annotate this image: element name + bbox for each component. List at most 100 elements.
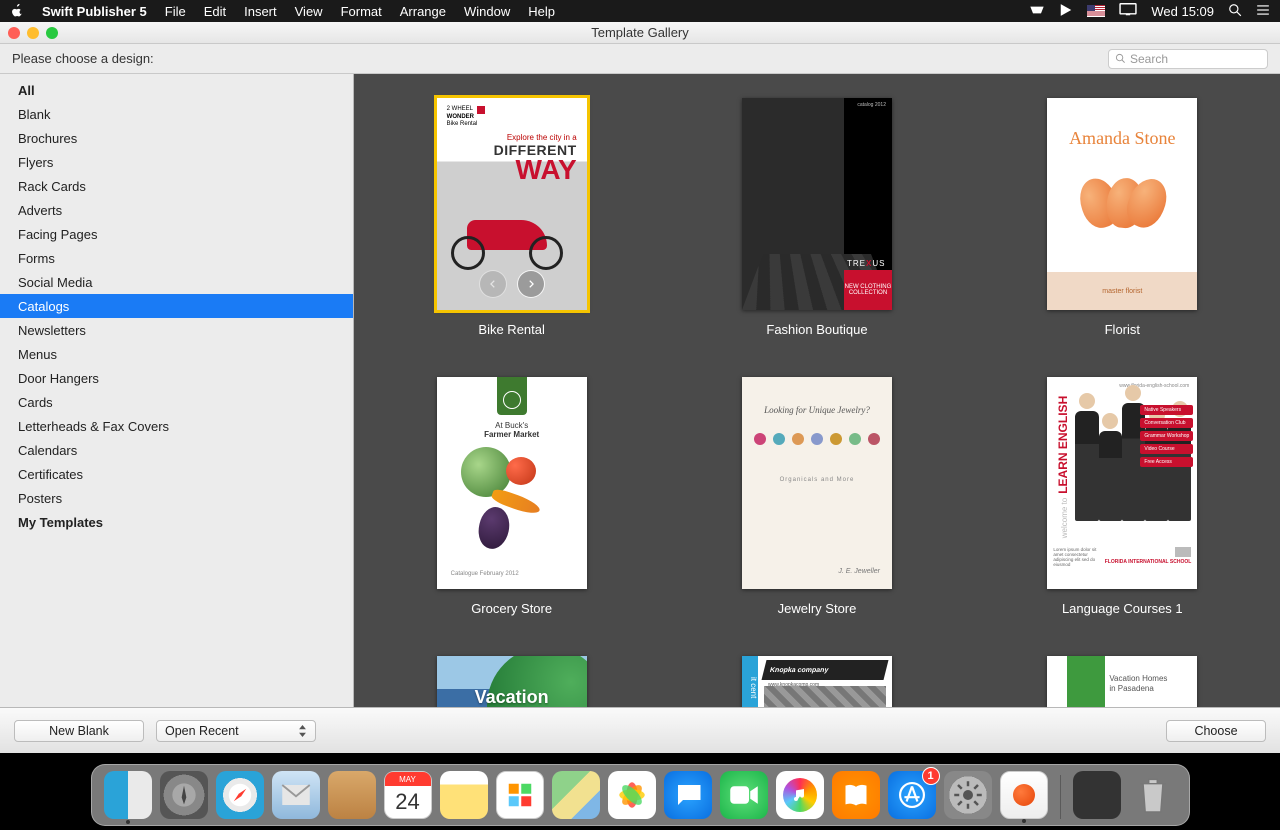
template-thumb[interactable]: it cent Knopka company www.knopkacomp.co… (742, 656, 892, 707)
new-blank-button[interactable]: New Blank (14, 720, 144, 742)
dock-photos-icon[interactable] (608, 771, 656, 819)
menu-edit[interactable]: Edit (204, 4, 226, 19)
status-icon-2[interactable] (1059, 3, 1073, 20)
dock-ibooks-icon[interactable] (832, 771, 880, 819)
template-jewelry-store[interactable]: Looking for Unique Jewelry? Organicals a… (742, 377, 892, 616)
sidebar-item-calendars[interactable]: Calendars (0, 438, 353, 462)
sidebar-item-forms[interactable]: Forms (0, 246, 353, 270)
template-grocery-store[interactable]: At Buck'sFarmer Market Catalogue Februar… (437, 377, 587, 616)
sidebar-item-newsletters[interactable]: Newsletters (0, 318, 353, 342)
spotlight-icon[interactable] (1228, 3, 1242, 20)
sidebar-item-brochures[interactable]: Brochures (0, 126, 353, 150)
dock-launchpad-icon[interactable] (160, 771, 208, 819)
template-gallery-grid[interactable]: 2 WHEEL WONDER Bike Rental Explore the c… (354, 74, 1280, 707)
window-close-button[interactable] (8, 27, 20, 39)
dock-system-preferences-icon[interactable] (944, 771, 992, 819)
dock-appstore-icon[interactable]: 1 (888, 771, 936, 819)
dock-notes-icon[interactable] (440, 771, 488, 819)
dock-facetime-icon[interactable] (720, 771, 768, 819)
template-language-courses-1[interactable]: www.florida-english-school.com welcome t… (1047, 377, 1197, 616)
template-thumb[interactable]: catalog 2012 TREXUS NEW CLOTHINGCOLLECTI… (742, 98, 892, 310)
window-minimize-button[interactable] (27, 27, 39, 39)
template-vacation[interactable]: www.pasadenavacation.com Vacation (437, 656, 587, 707)
sidebar-item-certificates[interactable]: Certificates (0, 462, 353, 486)
apple-menu-icon[interactable] (10, 3, 24, 20)
menu-insert[interactable]: Insert (244, 4, 277, 19)
gallery-toolbar: Please choose a design: Search (0, 44, 1280, 74)
input-source-flag-icon[interactable] (1087, 5, 1105, 17)
menu-file[interactable]: File (165, 4, 186, 19)
search-placeholder: Search (1130, 52, 1168, 66)
template-label: Bike Rental (478, 322, 544, 337)
dock-separator (1060, 775, 1061, 819)
sidebar-item-my-templates[interactable]: My Templates (0, 510, 353, 534)
sidebar-item-adverts[interactable]: Adverts (0, 198, 353, 222)
dock-itunes-icon[interactable] (776, 771, 824, 819)
gallery-bottom-bar: New Blank Open Recent Choose (0, 707, 1280, 753)
sidebar-item-blank[interactable]: Blank (0, 102, 353, 126)
sidebar-item-letterheads[interactable]: Letterheads & Fax Covers (0, 414, 353, 438)
dock-swift-publisher-icon[interactable] (1000, 771, 1048, 819)
template-thumb[interactable]: Vacation Homesin Pasadena (1047, 656, 1197, 707)
sidebar-item-door-hangers[interactable]: Door Hangers (0, 366, 353, 390)
menu-help[interactable]: Help (528, 4, 555, 19)
sidebar-item-posters[interactable]: Posters (0, 486, 353, 510)
dock-mail-icon[interactable] (272, 771, 320, 819)
template-fashion-boutique[interactable]: catalog 2012 TREXUS NEW CLOTHINGCOLLECTI… (742, 98, 892, 337)
menu-format[interactable]: Format (341, 4, 382, 19)
window-titlebar[interactable]: Template Gallery (0, 22, 1280, 44)
select-arrows-icon (298, 725, 307, 737)
menu-view[interactable]: View (295, 4, 323, 19)
dock-reminders-icon[interactable] (496, 771, 544, 819)
dock-safari-icon[interactable] (216, 771, 264, 819)
chevron-right-icon (526, 279, 536, 289)
dock-contacts-icon[interactable] (328, 771, 376, 819)
template-bike-rental[interactable]: 2 WHEEL WONDER Bike Rental Explore the c… (437, 98, 587, 337)
sidebar-item-facing-pages[interactable]: Facing Pages (0, 222, 353, 246)
open-recent-select[interactable]: Open Recent (156, 720, 316, 742)
template-label: Jewelry Store (778, 601, 857, 616)
template-florist[interactable]: Amanda Stone master florist Florist (1047, 98, 1197, 337)
search-input[interactable]: Search (1108, 49, 1268, 69)
dock-messages-icon[interactable] (664, 771, 712, 819)
sidebar-item-rack-cards[interactable]: Rack Cards (0, 174, 353, 198)
dock-calendar-icon[interactable]: MAY24 (384, 771, 432, 819)
sidebar-item-social-media[interactable]: Social Media (0, 270, 353, 294)
search-icon (1115, 53, 1126, 64)
dock-maps-icon[interactable] (552, 771, 600, 819)
menu-arrange[interactable]: Arrange (400, 4, 446, 19)
menu-window[interactable]: Window (464, 4, 510, 19)
template-label: Florist (1105, 322, 1140, 337)
template-thumb[interactable]: www.florida-english-school.com welcome t… (1047, 377, 1197, 589)
displays-icon[interactable] (1119, 3, 1137, 19)
template-it-center[interactable]: it cent Knopka company www.knopkacomp.co… (742, 656, 892, 707)
appstore-badge: 1 (922, 767, 940, 785)
dock-finder-icon[interactable] (104, 771, 152, 819)
sidebar-item-all[interactable]: All (0, 78, 353, 102)
sidebar-item-cards[interactable]: Cards (0, 390, 353, 414)
sidebar-item-menus[interactable]: Menus (0, 342, 353, 366)
app-name-menu[interactable]: Swift Publisher 5 (42, 4, 147, 19)
notification-center-icon[interactable] (1256, 4, 1270, 19)
pager-next-button[interactable] (517, 270, 545, 298)
template-vacation-homes[interactable]: Vacation Homesin Pasadena (1047, 656, 1197, 707)
menu-clock[interactable]: Wed 15:09 (1151, 4, 1214, 19)
dock-minimized-window-icon[interactable] (1073, 771, 1121, 819)
template-thumb[interactable]: www.pasadenavacation.com Vacation (437, 656, 587, 707)
template-thumb[interactable]: Amanda Stone master florist (1047, 98, 1197, 310)
window-zoom-button[interactable] (46, 27, 58, 39)
template-label: Language Courses 1 (1062, 601, 1183, 616)
sidebar-item-catalogs[interactable]: Catalogs (0, 294, 353, 318)
window-traffic-lights (8, 27, 58, 39)
sidebar-item-flyers[interactable]: Flyers (0, 150, 353, 174)
choose-button[interactable]: Choose (1166, 720, 1266, 742)
status-icon-1[interactable] (1029, 4, 1045, 19)
gallery-prompt: Please choose a design: (12, 51, 154, 66)
template-thumb[interactable]: At Buck'sFarmer Market Catalogue Februar… (437, 377, 587, 589)
template-label: Grocery Store (471, 601, 552, 616)
template-thumb[interactable]: 2 WHEEL WONDER Bike Rental Explore the c… (437, 98, 587, 310)
category-sidebar: All Blank Brochures Flyers Rack Cards Ad… (0, 74, 354, 707)
template-thumb[interactable]: Looking for Unique Jewelry? Organicals a… (742, 377, 892, 589)
dock-trash-icon[interactable] (1129, 771, 1177, 819)
pager-prev-button[interactable] (479, 270, 507, 298)
